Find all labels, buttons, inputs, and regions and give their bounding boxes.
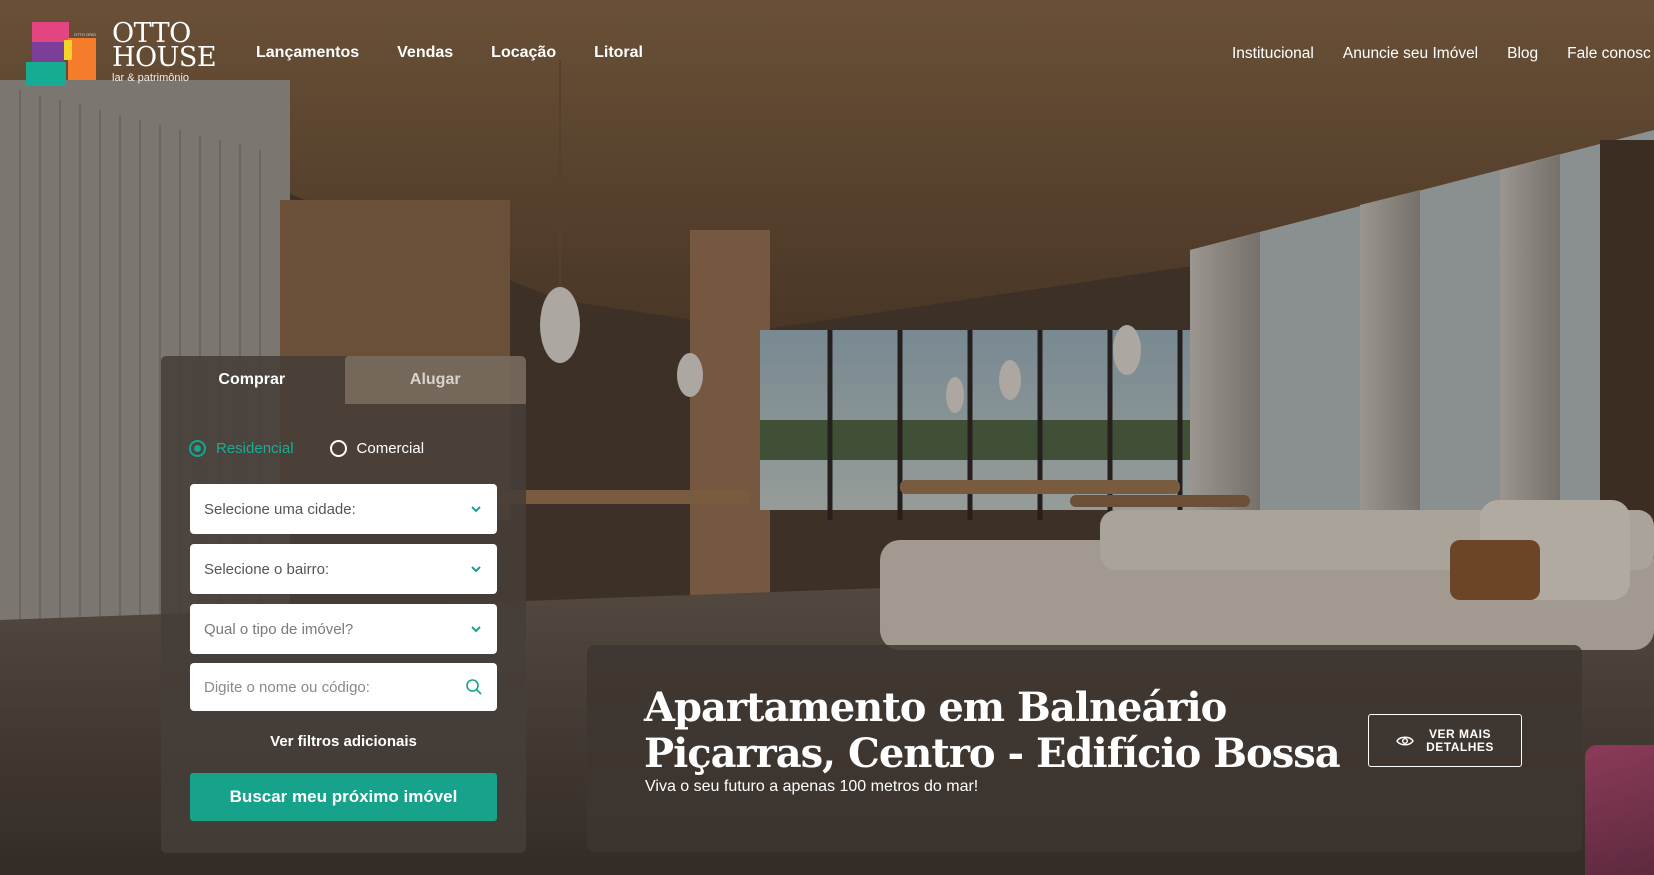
logo-wordmark: OTTO HOUSE lar & patrimônio: [112, 20, 217, 84]
site-logo[interactable]: OTTO GRID OTTO HOUSE lar & patrimônio: [26, 20, 217, 90]
additional-filters-link[interactable]: Ver filtros adicionais: [161, 733, 526, 750]
tab-alugar[interactable]: Alugar: [344, 356, 526, 404]
property-type-placeholder: Qual o tipo de imóvel?: [204, 620, 354, 638]
name-or-code-input[interactable]: Digite o nome ou código:: [190, 663, 497, 711]
featured-property-subtitle: Viva o seu futuro a apenas 100 metros do…: [645, 778, 979, 795]
name-or-code-placeholder: Digite o nome ou código:: [204, 678, 370, 696]
property-category-radios: Residencial Comercial: [189, 440, 424, 457]
chevron-down-icon: [471, 626, 481, 633]
radio-comercial[interactable]: Comercial: [329, 440, 425, 457]
secondary-navigation: Institucional Anuncie seu Imóvel Blog Fa…: [1232, 45, 1651, 63]
nav-anuncie-imovel[interactable]: Anuncie seu Imóvel: [1343, 45, 1478, 63]
logo-mark-icon: OTTO GRID: [26, 20, 98, 86]
nav-lancamentos[interactable]: Lançamentos: [256, 44, 359, 62]
tab-comprar[interactable]: Comprar: [161, 356, 343, 404]
nav-fale-conosco[interactable]: Fale conosc: [1567, 45, 1651, 63]
view-details-line-2: DETALHES: [1426, 739, 1494, 754]
view-details-label: VER MAIS DETALHES: [1426, 726, 1494, 754]
property-search-card: Comprar Alugar Residencial Comercial Sel…: [161, 356, 526, 853]
chevron-down-icon: [471, 506, 481, 513]
radio-unselected-icon: [329, 440, 347, 457]
search-submit-button[interactable]: Buscar meu próximo imóvel: [190, 773, 497, 821]
main-navigation: Lançamentos Vendas Locação Litoral: [256, 44, 643, 62]
neighborhood-select-placeholder: Selecione o bairro:: [204, 560, 330, 578]
radio-residencial[interactable]: Residencial: [189, 440, 294, 457]
nav-locacao[interactable]: Locação: [491, 44, 556, 62]
nav-blog[interactable]: Blog: [1507, 45, 1538, 63]
city-select[interactable]: Selecione uma cidade:: [190, 484, 497, 534]
search-tabs: Comprar Alugar: [161, 356, 526, 404]
city-select-placeholder: Selecione uma cidade:: [204, 500, 356, 518]
view-details-line-1: VER MAIS: [1428, 726, 1491, 741]
radio-comercial-label: Comercial: [356, 440, 425, 457]
radio-residencial-label: Residencial: [216, 440, 294, 457]
eye-icon: [1396, 736, 1414, 745]
view-details-button[interactable]: VER MAIS DETALHES: [1368, 714, 1522, 767]
corner-decoration: [1585, 745, 1654, 875]
nav-litoral[interactable]: Litoral: [594, 44, 643, 62]
nav-vendas[interactable]: Vendas: [397, 44, 453, 62]
logo-tagline: lar & patrimônio: [112, 71, 190, 84]
search-icon[interactable]: [465, 678, 483, 696]
featured-property-title[interactable]: Apartamento em Balneário Piçarras, Centr…: [644, 685, 1344, 777]
nav-institucional[interactable]: Institucional: [1232, 45, 1314, 63]
logo-line-2: HOUSE: [112, 42, 217, 74]
neighborhood-select[interactable]: Selecione o bairro:: [190, 544, 497, 594]
chevron-down-icon: [471, 566, 481, 573]
logo-tiny-text: OTTO GRID: [74, 32, 97, 37]
property-type-select[interactable]: Qual o tipo de imóvel?: [190, 604, 497, 654]
radio-selected-icon: [189, 440, 206, 457]
featured-property-banner: Apartamento em Balneário Piçarras, Centr…: [587, 645, 1582, 852]
